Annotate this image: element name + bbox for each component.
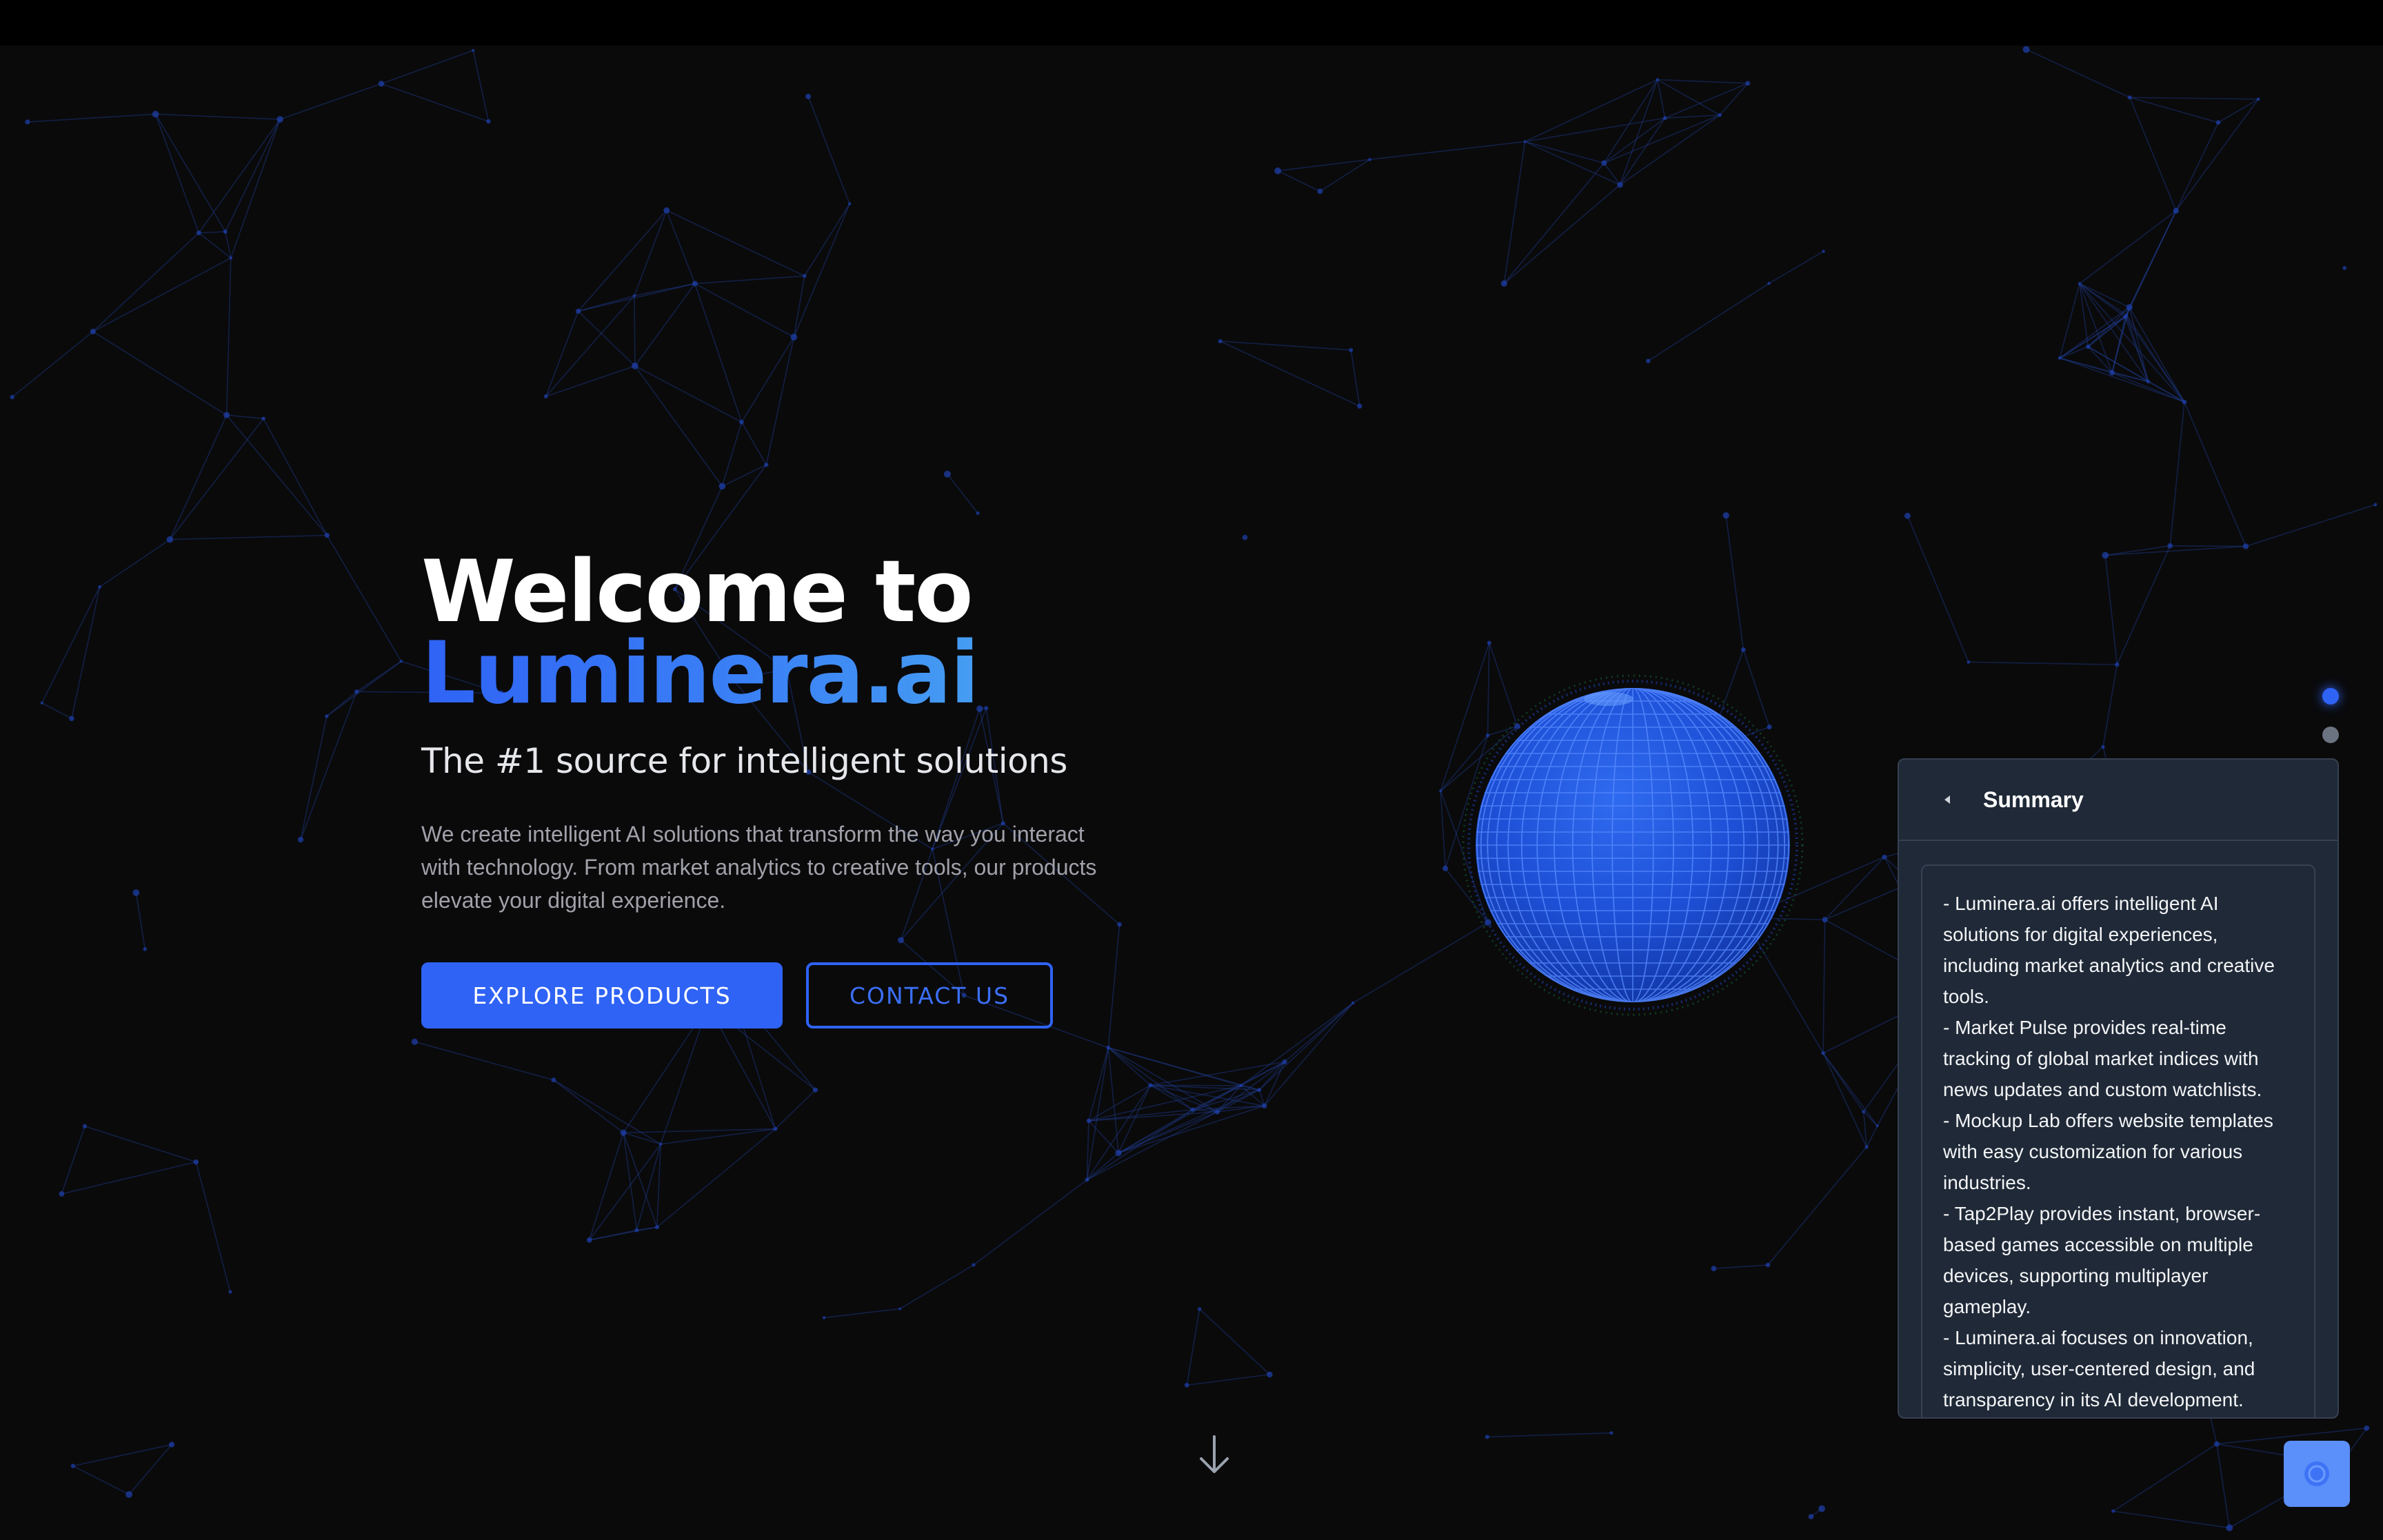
summary-item: - Market Pulse provides real-time tracki… — [1943, 1017, 2262, 1100]
hero-description: We create intelligent AI solutions that … — [421, 822, 1097, 913]
chat-bubble-icon — [2304, 1461, 2329, 1486]
summary-item: - Mockup Lab offers website templates wi… — [1943, 1110, 2273, 1193]
summary-title: Summary — [1983, 787, 2084, 812]
hero-subtitle: The #1 source for intelligent solutions — [421, 741, 1067, 781]
chat-button[interactable] — [2284, 1441, 2350, 1507]
globe-icon — [1462, 674, 1804, 1016]
hero-buttons: EXPLORE PRODUCTS CONTACT US — [421, 962, 1180, 1029]
explore-products-button[interactable]: EXPLORE PRODUCTS — [421, 962, 783, 1029]
page: Welcome to Luminera.ai The #1 source for… — [0, 0, 2383, 1540]
summary-panel: Summary - Luminera.ai offers intelligent… — [1898, 758, 2339, 1419]
hero-title: Welcome to Luminera.ai — [421, 543, 1180, 716]
hero-title-brand: Luminera.ai — [421, 631, 1180, 716]
section-dot-2[interactable] — [2322, 727, 2339, 743]
hero-section: Welcome to Luminera.ai The #1 source for… — [421, 543, 1180, 1029]
arrow-down-icon[interactable] — [1197, 1434, 1231, 1475]
hero-title-line1: Welcome to — [421, 543, 974, 642]
summary-header[interactable]: Summary — [1899, 760, 2337, 841]
contact-us-button[interactable]: CONTACT US — [806, 962, 1053, 1029]
top-bar — [0, 0, 2383, 45]
triangle-left-icon[interactable] — [1939, 791, 1955, 808]
summary-item: - Luminera.ai focuses on innovation, sim… — [1943, 1327, 2255, 1410]
globe-graphic — [1454, 666, 1812, 1024]
summary-content: - Luminera.ai offers intelligent AI solu… — [1921, 864, 2315, 1417]
summary-item: - Tap2Play provides instant, browser-bas… — [1943, 1203, 2261, 1317]
section-dot-1[interactable] — [2322, 688, 2339, 705]
summary-item: - Luminera.ai offers intelligent AI solu… — [1943, 893, 2275, 1007]
